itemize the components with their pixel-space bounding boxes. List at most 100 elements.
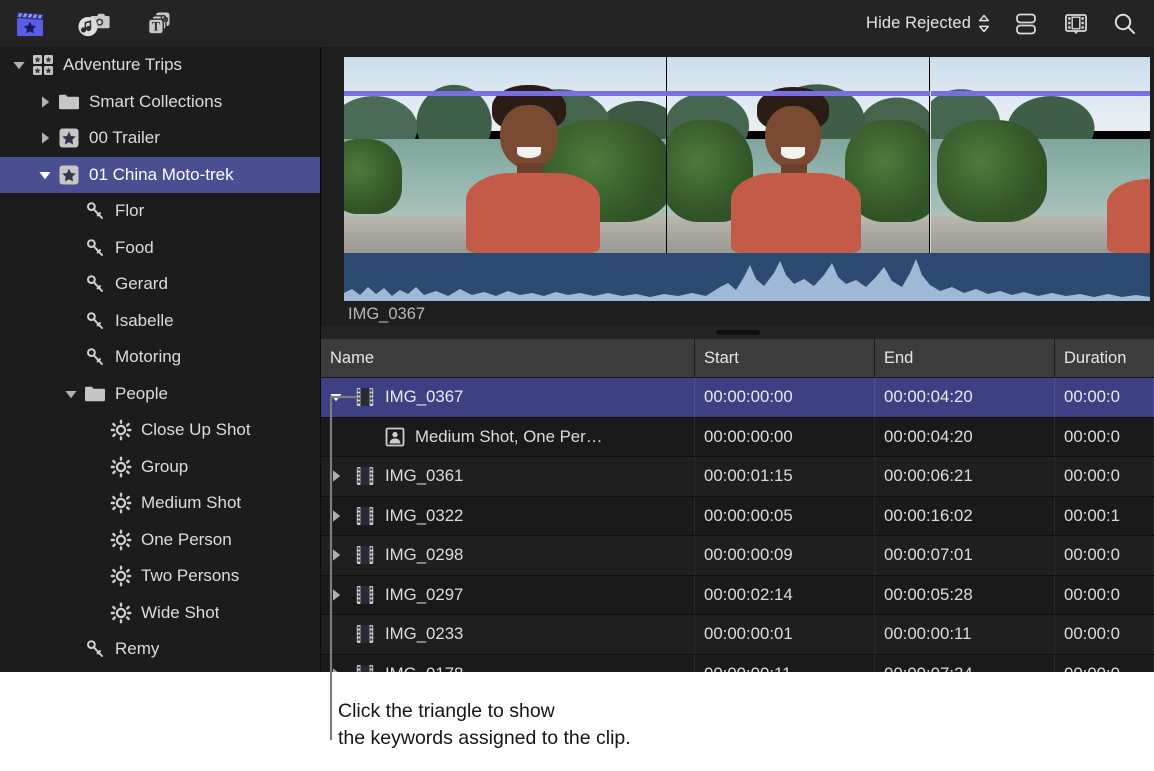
cell-duration: 00:00:0 (1055, 615, 1154, 654)
table-row[interactable]: Medium Shot, One Per… 00:00:00:0000:00:04… (321, 418, 1154, 458)
sidebar-item-motoring[interactable]: Motoring (0, 339, 320, 376)
cell-start: 00:00:01:15 (695, 457, 875, 496)
table-row[interactable]: IMG_023300:00:00:0100:00:00:1100:00:0 (321, 615, 1154, 655)
table-row[interactable]: IMG_029700:00:02:1400:00:05:2800:00:0 (321, 576, 1154, 616)
disclosure-triangle-icon[interactable] (34, 130, 56, 146)
keyword-collection-icon (82, 638, 108, 660)
column-header-duration[interactable]: Duration (1055, 339, 1154, 377)
smart-collection-icon (108, 565, 134, 587)
sidebar-item-label: Medium Shot (141, 493, 241, 513)
cell-start: 00:00:00:01 (695, 615, 875, 654)
sidebar-item-label: Group (141, 457, 188, 477)
list-view-icon[interactable] (1012, 11, 1040, 37)
sidebar-item-label: Food (115, 238, 154, 258)
clip-name: IMG_0367 (385, 387, 463, 407)
libraries-sidebar[interactable]: Adventure Trips Smart Collections 00 Tra… (0, 47, 321, 672)
pane-divider-handle[interactable] (321, 326, 1154, 339)
clip-name: IMG_0322 (385, 506, 463, 526)
sidebar-item-smart-collections[interactable]: Smart Collections (0, 84, 320, 121)
table-row[interactable]: IMG_017800:00:00:1100:00:07:2400:00:0 (321, 655, 1154, 673)
column-header-name[interactable]: Name (321, 339, 695, 377)
person-subject (1107, 93, 1150, 253)
row-disclosure-triangle-icon[interactable] (321, 508, 351, 524)
smart-collection-icon (108, 492, 134, 514)
library-icon (30, 54, 56, 76)
annotation-line-2: the keywords assigned to the clip. (338, 725, 631, 752)
row-disclosure-triangle-icon[interactable] (321, 666, 351, 672)
sidebar-item-label: Adventure Trips (63, 55, 182, 75)
column-header-start[interactable]: Start (695, 339, 875, 377)
annotation-caption: Click the triangle to show the keywords … (338, 698, 631, 752)
keyword-collection-icon (82, 346, 108, 368)
svg-text:T: T (152, 19, 161, 33)
sidebar-item-one-person[interactable]: One Person (0, 522, 320, 559)
row-disclosure-triangle-icon[interactable] (321, 547, 351, 563)
titles-generators-browser-icon[interactable]: T (140, 9, 174, 39)
cell-name: Medium Shot, One Per… (321, 418, 695, 457)
sidebar-item-adventure-trips[interactable]: Adventure Trips (0, 47, 320, 84)
table-row[interactable]: IMG_036700:00:00:0000:00:04:2000:00:0 (321, 378, 1154, 418)
sidebar-item-remy[interactable]: Remy (0, 631, 320, 668)
film-clip-icon (351, 506, 379, 526)
keyword-collection-icon (82, 310, 108, 332)
cell-end: 00:00:04:20 (875, 418, 1055, 457)
playhead-line (344, 91, 1150, 96)
table-row[interactable]: IMG_029800:00:00:0900:00:07:0100:00:0 (321, 536, 1154, 576)
folder-icon (56, 92, 82, 111)
sidebar-item-close-up-shot[interactable]: Close Up Shot (0, 412, 320, 449)
filter-popup-label: Hide Rejected (866, 14, 971, 33)
disclosure-triangle-icon[interactable] (34, 94, 56, 110)
table-header-row: Name Start End Duration (321, 339, 1154, 378)
sidebar-item-group[interactable]: Group (0, 449, 320, 486)
cell-end: 00:00:00:11 (875, 615, 1055, 654)
filmstrip-view-icon[interactable] (1062, 11, 1090, 37)
row-disclosure-triangle-icon[interactable] (321, 468, 351, 484)
search-icon[interactable] (1112, 11, 1138, 37)
filter-popup-button[interactable]: Hide Rejected (866, 14, 990, 33)
sidebar-item-people[interactable]: People (0, 376, 320, 413)
row-disclosure-triangle-icon[interactable] (321, 389, 351, 405)
sidebar-item-wide-shot[interactable]: Wide Shot (0, 595, 320, 632)
browser-selector-group: T (14, 0, 174, 47)
sidebar-item-label: Isabelle (115, 311, 174, 331)
clip-name: Medium Shot, One Per… (415, 427, 602, 447)
sidebar-item-food[interactable]: Food (0, 230, 320, 267)
filmstrip-frame (931, 57, 1150, 253)
cell-duration: 00:00:0 (1055, 457, 1154, 496)
clip-name-label: IMG_0367 (348, 305, 425, 324)
disclosure-triangle-icon[interactable] (8, 57, 30, 73)
disclosure-triangle-icon[interactable] (60, 386, 82, 402)
filmstrip-frame (344, 57, 666, 253)
sidebar-item-two-persons[interactable]: Two Persons (0, 558, 320, 595)
disclosure-triangle-icon[interactable] (34, 167, 56, 183)
row-disclosure-triangle-icon[interactable] (321, 587, 351, 603)
filmstrip-preview[interactable]: IMG_0367 (321, 47, 1154, 325)
sidebar-item-isabelle[interactable]: Isabelle (0, 303, 320, 340)
libraries-browser-icon[interactable] (14, 9, 46, 39)
keyword-collection-icon (82, 200, 108, 222)
sidebar-item-00-trailer[interactable]: 00 Trailer (0, 120, 320, 157)
cell-start: 00:00:00:00 (695, 418, 875, 457)
sidebar-item-flor[interactable]: Flor (0, 193, 320, 230)
folder-icon (82, 384, 108, 403)
keyword-person-icon (381, 427, 409, 447)
sidebar-item-01-china-moto-trek[interactable]: 01 China Moto-trek (0, 157, 320, 194)
cell-name: IMG_0297 (321, 576, 695, 615)
clip-filmstrip[interactable] (344, 57, 1150, 301)
table-row[interactable]: IMG_032200:00:00:0500:00:16:0200:00:1 (321, 497, 1154, 537)
column-header-end[interactable]: End (875, 339, 1055, 377)
clip-list[interactable]: Name Start End Duration IMG_036700:00:00… (321, 339, 1154, 672)
table-row[interactable]: IMG_036100:00:01:1500:00:06:2100:00:0 (321, 457, 1154, 497)
smart-collection-icon (108, 456, 134, 478)
person-subject (462, 85, 610, 253)
toolbar-right-group: Hide Rejected (866, 0, 1138, 47)
sidebar-item-label: People (115, 384, 168, 404)
sidebar-item-label: Motoring (115, 347, 181, 367)
sidebar-item-gerard[interactable]: Gerard (0, 266, 320, 303)
sidebar-item-medium-shot[interactable]: Medium Shot (0, 485, 320, 522)
sidebar-item-label: 01 China Moto-trek (89, 165, 234, 185)
photos-audio-browser-icon[interactable] (76, 9, 110, 39)
film-clip-icon (351, 466, 379, 486)
cell-name: IMG_0322 (321, 497, 695, 536)
smart-collection-icon (108, 529, 134, 551)
